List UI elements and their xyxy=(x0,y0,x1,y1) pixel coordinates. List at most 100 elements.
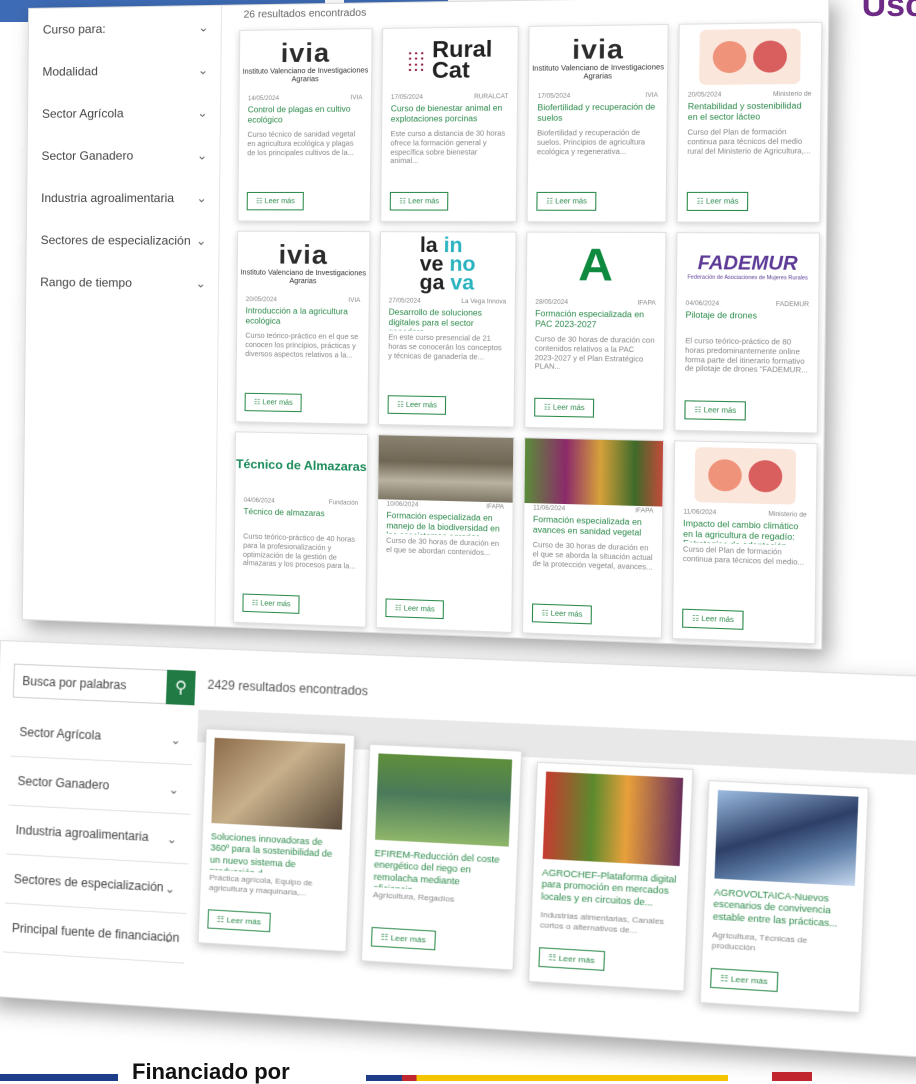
filter-label: Sector Ganadero xyxy=(41,148,134,163)
card-title[interactable]: Impacto del cambio climático en la agric… xyxy=(674,515,816,546)
filter-label: Industria agroalimentaria xyxy=(15,822,149,845)
chevron-down-icon: ⌄ xyxy=(166,831,178,847)
project-card[interactable]: EFIREM-Reducción del coste energético de… xyxy=(360,743,523,971)
course-card[interactable]: ivia Instituto Valenciano de Investigacio… xyxy=(237,28,373,222)
card-title[interactable]: Desarrollo de soluciones digitales para … xyxy=(380,304,515,332)
project-card[interactable]: AGROCHEF-Plataforma digital para promoci… xyxy=(528,761,694,992)
chevron-down-icon: ⌄ xyxy=(197,62,209,78)
filter-rango-tiempo[interactable]: Rango de tiempo ⌄ xyxy=(26,261,218,305)
chevron-down-icon: ⌄ xyxy=(198,20,209,35)
filter-sector-agricola[interactable]: Sector Agrícola ⌄ xyxy=(28,91,220,135)
filter-fuente-financiacion[interactable]: Principal fuente de financiación ⌄ xyxy=(2,903,187,964)
leer-mas-button[interactable]: Leer más xyxy=(246,191,305,211)
page-title-fragment: Usc xyxy=(861,0,916,24)
course-card[interactable]: :::::: Rural Cat 17/05/2024 RURALCAT Curso … xyxy=(380,26,519,223)
card-date: 11/06/2024 xyxy=(533,505,566,513)
search-input[interactable]: Busca por palabras xyxy=(12,663,176,705)
chevron-down-icon: ⌄ xyxy=(195,233,207,248)
project-card[interactable]: Soluciones innovadoras de 360º para la s… xyxy=(197,728,356,953)
card-title[interactable]: Soluciones innovadoras de 360º para la s… xyxy=(201,831,350,877)
course-card[interactable]: Técnico de Almazaras 04/06/2024 Fundación… xyxy=(233,431,369,628)
card-description: En este curso presencial de 21 horas se … xyxy=(388,334,502,361)
leer-mas-button[interactable]: Leer más xyxy=(538,947,605,971)
filter-curso-para[interactable]: Curso para: ⌄ xyxy=(29,6,221,51)
card-date: 04/06/2024 xyxy=(243,497,275,505)
card-date: 28/05/2024 xyxy=(535,299,568,307)
leer-mas-button[interactable]: Leer más xyxy=(710,967,779,993)
card-date: 14/05/2024 xyxy=(247,95,279,103)
card-title[interactable]: Introducción a la agricultura ecológica xyxy=(237,303,368,330)
card-description: Curso de 30 horas de duración con conten… xyxy=(534,336,655,372)
leer-mas-button[interactable]: Leer más xyxy=(536,191,597,211)
card-title[interactable]: Formación especializada en manejo de la … xyxy=(378,507,513,537)
card-title[interactable]: Pilotaje de drones xyxy=(676,307,818,335)
filter-sector-ganadero[interactable]: Sector Ganadero ⌄ xyxy=(27,134,219,177)
leer-mas-button[interactable]: Leer más xyxy=(684,400,747,421)
course-card[interactable]: 20/05/2024 Ministerio de Rentabilidad y s… xyxy=(676,21,823,223)
leer-mas-button[interactable]: Leer más xyxy=(389,191,449,211)
card-date: 10/06/2024 xyxy=(386,501,419,509)
search-icon: ⚲ xyxy=(174,679,188,697)
card-description: Curso técnico de sanidad vegetal en agri… xyxy=(247,131,356,157)
ivia-logo: ivia Instituto Valenciano de Investigacio… xyxy=(532,33,665,81)
leer-mas-button[interactable]: Leer más xyxy=(387,395,447,415)
chevron-down-icon: ⌄ xyxy=(170,732,182,748)
card-description: Curso del Plan de formación continua par… xyxy=(687,128,811,156)
search-button[interactable]: ⚲ xyxy=(165,669,196,706)
courses-panel: Curso para: ⌄ Modalidad ⌄ Sector Agrícola ⌄… xyxy=(21,0,830,650)
project-grid: Soluciones innovadoras de 360º para la s… xyxy=(196,728,870,1014)
leer-mas-button[interactable]: Leer más xyxy=(207,909,271,933)
card-title[interactable]: Biofertilidad y recuperación de suelos xyxy=(529,99,667,126)
course-card[interactable]: FADEMUR Federación de Asociaciones de Muj… xyxy=(674,232,821,434)
filter-sectores-especializacion[interactable]: Sectores de especialización ⌄ xyxy=(27,219,219,262)
card-source: FADEMUR xyxy=(775,301,810,309)
course-card[interactable]: 10/06/2024 IFAPA Formación especializada … xyxy=(375,434,515,634)
filter-sector-agricola[interactable]: Sector Agrícola ⌄ xyxy=(10,707,195,766)
card-title[interactable]: EFIREM-Reducción del coste energético de… xyxy=(365,847,517,895)
chevron-down-icon: ⌄ xyxy=(168,782,180,797)
funding-text: Financiado por xyxy=(132,1059,290,1084)
leer-mas-button[interactable]: Leer más xyxy=(385,598,445,620)
leer-mas-button[interactable]: Leer más xyxy=(686,191,749,212)
card-image xyxy=(375,753,513,847)
card-title[interactable]: Formación especializada en PAC 2023-2027 xyxy=(526,306,664,334)
card-title[interactable]: Rentabilidad y sostenibilidad en el sect… xyxy=(679,98,821,126)
filter-modalidad[interactable]: Modalidad ⌄ xyxy=(28,49,220,93)
filter-label: Sector Agrícola xyxy=(41,106,124,121)
course-card[interactable]: 11/06/2024 IFAPA Formación especializada … xyxy=(522,437,665,639)
card-description: Curso del Plan de formación continua par… xyxy=(682,546,805,567)
card-title[interactable]: Curso de bienestar animal en explotacion… xyxy=(382,100,517,127)
card-description: El curso teórico-práctico de 80 horas pr… xyxy=(684,337,808,375)
card-description: Curso de 30 horas de duración en el que … xyxy=(532,541,653,572)
ivia-logo: ivia Instituto Valenciano de Investigacio… xyxy=(242,37,369,84)
leer-mas-button[interactable]: Leer más xyxy=(682,608,745,630)
results-count: 2429 resultados encontrados xyxy=(207,677,369,699)
leer-mas-button[interactable]: Leer más xyxy=(534,397,595,418)
card-source: La Vega Innova xyxy=(461,298,507,306)
card-image xyxy=(524,438,664,507)
card-title[interactable]: Formación especializada en avances en sa… xyxy=(524,511,662,541)
gov-stripe xyxy=(366,1075,728,1081)
course-card[interactable]: 11/06/2024 Ministerio de Impacto del camb… xyxy=(671,440,818,645)
filter-industria[interactable]: Industria agroalimentaria ⌄ xyxy=(27,177,219,220)
card-source: IFAPA xyxy=(486,504,504,511)
course-card[interactable]: la in ve no ga va 27/05/2024 La Vega Innova… xyxy=(377,231,517,428)
project-card[interactable]: AGROVOLTAICA-Nuevos escenarios de conviv… xyxy=(699,780,870,1014)
leer-mas-button[interactable]: Leer más xyxy=(370,926,436,951)
illustration-faces xyxy=(675,441,817,510)
chevron-down-icon: ⌄ xyxy=(197,105,208,120)
card-source: Ministerio de xyxy=(768,511,807,519)
course-card[interactable]: ivia Instituto Valenciano de Investigacio… xyxy=(526,23,669,223)
card-title[interactable]: Técnico de almazaras xyxy=(235,504,366,533)
card-source: IVIA xyxy=(348,297,361,305)
chevron-down-icon: ⌄ xyxy=(195,276,206,291)
leer-mas-button[interactable]: Leer más xyxy=(244,392,303,413)
card-title[interactable]: Control de plagas en cultivo ecológico xyxy=(239,101,371,128)
leer-mas-button[interactable]: Leer más xyxy=(531,603,593,625)
filter-label: Curso para: xyxy=(42,21,106,37)
course-card[interactable]: ivia Instituto Valenciano de Investigacio… xyxy=(235,230,371,425)
leer-mas-button[interactable]: Leer más xyxy=(242,593,301,614)
card-image xyxy=(542,771,684,867)
course-card[interactable]: A 28/05/2024 IFAPA Formación especializad… xyxy=(524,231,667,431)
filter-sidebar: Sector Agrícola ⌄ Sector Ganadero ⌄ Indust… xyxy=(2,707,195,964)
